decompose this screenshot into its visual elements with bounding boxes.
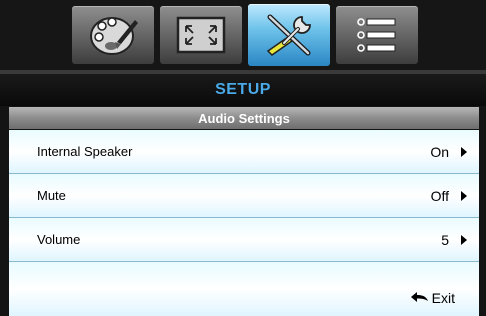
tab-display[interactable] <box>160 6 242 64</box>
item-label: Volume <box>37 232 81 247</box>
list-item-mute[interactable]: Mute Off <box>9 174 479 218</box>
exit-row: Exit <box>9 262 479 316</box>
list-item-internal-speaker[interactable]: Internal Speaker On <box>9 130 479 174</box>
tab-setup[interactable] <box>248 4 330 66</box>
item-value: Off <box>430 187 449 204</box>
settings-list: Internal Speaker On Mute Off Volume 5 Ex… <box>9 130 479 316</box>
item-value: On <box>430 143 449 160</box>
palette-icon <box>87 12 139 58</box>
return-arrow-icon <box>410 290 429 306</box>
chevron-right-icon[interactable] <box>461 234 467 245</box>
options-list-icon <box>355 15 399 55</box>
exit-label: Exit <box>431 290 455 306</box>
exit-button[interactable]: Exit <box>410 290 455 306</box>
item-value: 5 <box>441 231 449 248</box>
submenu-title: Audio Settings <box>9 107 479 129</box>
screen-icon <box>176 16 226 54</box>
chevron-right-icon[interactable] <box>461 190 467 201</box>
setup-tools-icon <box>262 11 316 59</box>
tab-bar <box>0 0 486 70</box>
item-label: Mute <box>37 188 66 203</box>
tab-image[interactable] <box>72 6 154 64</box>
projector-osd: SETUP Audio Settings Internal Speaker On… <box>0 0 486 316</box>
tab-options[interactable] <box>336 6 418 64</box>
list-item-volume[interactable]: Volume 5 <box>9 218 479 262</box>
item-label: Internal Speaker <box>37 144 133 159</box>
menu-title: SETUP <box>0 74 486 106</box>
chevron-right-icon[interactable] <box>461 146 467 157</box>
